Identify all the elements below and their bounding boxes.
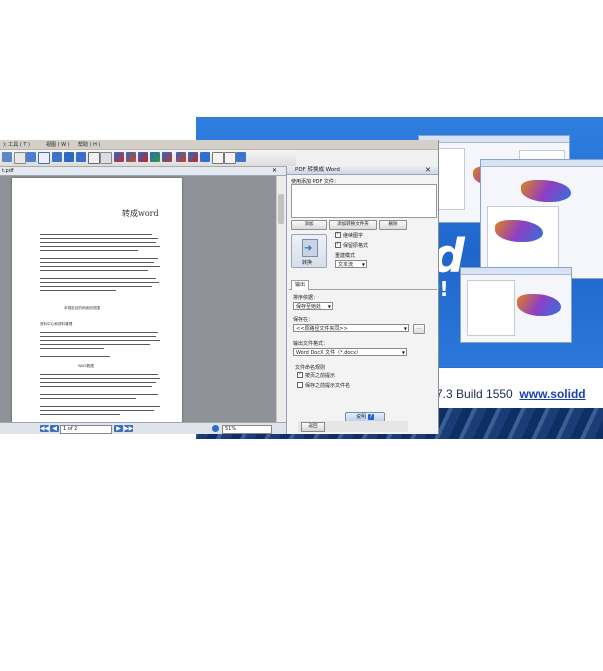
page-number-field[interactable]: 1 of 2 <box>60 425 112 434</box>
crop-icon[interactable] <box>88 152 100 164</box>
browse-button[interactable]: ... <box>413 324 425 334</box>
first-page-button[interactable]: ◀◀ <box>40 425 49 432</box>
last-page-button[interactable]: ▶▶ <box>124 425 133 432</box>
print-icon[interactable] <box>76 152 86 162</box>
version-text: 7.3 Build 1550 <box>436 387 513 401</box>
tab-output[interactable]: 输出 <box>291 280 309 290</box>
mode-select[interactable]: 文本流 ▼ <box>335 260 367 268</box>
convert-ppt-icon[interactable] <box>138 152 148 162</box>
splash-screenshot-bottom <box>460 267 572 343</box>
thumbnail-icon[interactable] <box>26 152 36 162</box>
select-icon[interactable] <box>200 152 210 162</box>
page-heading: WDS数据 <box>78 364 94 368</box>
splash-version-line: 7.3 Build 1550 www.solidd <box>436 387 586 401</box>
format-select[interactable]: Word DocX 文件（*.docx） ▼ <box>293 348 407 356</box>
zoom-field[interactable]: 51% <box>222 425 272 434</box>
page-heading: 本规定目的和适用范围 <box>64 306 100 310</box>
close-icon[interactable]: ✕ <box>272 167 277 175</box>
keep-name-label: 保存之前提示文件名 <box>305 383 351 389</box>
page-icon[interactable] <box>14 152 26 164</box>
pointer-icon[interactable] <box>212 152 224 164</box>
help-icon: ? <box>368 414 374 420</box>
layout-icon[interactable] <box>38 152 50 164</box>
status-bar: ◀◀ ◀ 1 of 2 ▶ ▶▶ 51% <box>0 422 286 434</box>
naming-label: 文件命名规则 <box>295 365 326 371</box>
page-header-text: 转成word <box>122 209 159 218</box>
save-location-select[interactable]: <<原路径文件夹同>> ▼ <box>293 324 409 332</box>
splash-screenshot-right <box>480 159 603 279</box>
zoom-tool-icon[interactable] <box>236 152 246 162</box>
convert-panel: PDF 转换成 Word ✕ 使用添加 PDF 文件： 添加 添加转换文件夹 删… <box>286 166 438 434</box>
add-folder-button[interactable]: 添加转换文件夹 <box>329 220 377 230</box>
convert-image-icon[interactable] <box>176 152 186 162</box>
chevron-down-icon: ▼ <box>361 262 365 267</box>
save-icon[interactable] <box>64 152 74 162</box>
panel-close-icon[interactable]: ✕ <box>425 166 431 175</box>
menu-help[interactable]: 帮助 ( H ) <box>78 141 100 148</box>
extract-icon[interactable] <box>188 152 198 162</box>
sort-label: 排序依据： <box>293 295 319 301</box>
keep-layout-label: 保留原格式 <box>343 243 369 249</box>
arrow-icon: ➜ <box>304 243 313 254</box>
convert-text-icon[interactable] <box>162 152 172 162</box>
sort-select[interactable]: 保存至她处 ▼ <box>293 302 333 310</box>
file-list[interactable] <box>291 184 437 218</box>
show-image-checkbox[interactable] <box>335 231 341 238</box>
prev-page-button[interactable]: ◀ <box>50 425 59 432</box>
mode-value: 文本流 <box>338 262 354 268</box>
keep-layout-checkbox[interactable] <box>335 241 341 248</box>
convert-word-icon[interactable] <box>114 152 124 162</box>
save-location-label: 保存在： <box>293 317 314 323</box>
convert-html-icon[interactable] <box>150 152 160 162</box>
page-heading: 资料中心和资料管理 <box>40 322 73 326</box>
pdf-app-window: ): 工具 ( T ) 视图 ( W ) 帮助 ( H ) t.pdf ✕ 转成… <box>0 140 439 434</box>
edit-icon[interactable] <box>100 152 112 164</box>
format-value: Word DocX 文件（*.docx） <box>296 350 362 356</box>
menu-view[interactable]: 视图 ( W ) <box>46 141 70 148</box>
format-label: 输出文件格式： <box>293 341 329 347</box>
menu-tools[interactable]: ): 工具 ( T ) <box>3 141 30 148</box>
auto-name-label: 按页之前提示 <box>305 373 336 379</box>
next-page-button[interactable]: ▶ <box>114 425 123 432</box>
help-label: 说明 <box>355 414 366 420</box>
add-button[interactable]: 添加 <box>291 220 327 230</box>
zoom-icon[interactable] <box>212 425 219 432</box>
show-image-label: 继续图字 <box>343 233 364 239</box>
tab-strip: 输出 <box>289 280 437 290</box>
convert-excel-icon[interactable] <box>126 152 136 162</box>
chevron-down-icon: ▼ <box>401 350 405 355</box>
keep-name-checkbox[interactable] <box>297 382 303 388</box>
scroll-thumb[interactable] <box>278 194 284 224</box>
text-tool-icon[interactable] <box>224 152 236 164</box>
back-button[interactable]: 返回 <box>301 422 325 432</box>
document-tab[interactable]: t.pdf ✕ <box>0 167 290 176</box>
remove-button[interactable]: 删除 <box>379 220 407 230</box>
grid-icon[interactable] <box>52 152 62 162</box>
toolbar <box>0 150 296 167</box>
vertical-scrollbar[interactable] <box>276 176 286 422</box>
panel-title: PDF 转换成 Word <box>287 166 438 175</box>
pdf-page: 转成word 本规定目的和适用范围 资料中心和资料管理 WDS数据 <box>12 178 182 434</box>
website-link[interactable]: www.solidd <box>519 387 585 401</box>
convert-button[interactable]: ➜ 转换 <box>291 234 327 268</box>
sort-value: 保存至她处 <box>296 304 322 310</box>
auto-name-checkbox[interactable] <box>297 371 303 378</box>
document-tab-label: t.pdf <box>2 168 14 174</box>
mode-label: 重建模式 <box>335 253 356 259</box>
chevron-down-icon: ▼ <box>403 326 407 331</box>
back-icon[interactable] <box>2 152 12 162</box>
save-location-value: <<原路径文件夹同>> <box>296 326 348 332</box>
chevron-down-icon: ▼ <box>327 304 331 309</box>
menu-bar: ): 工具 ( T ) 视图 ( W ) 帮助 ( H ) <box>0 140 438 150</box>
convert-label: 转换 <box>302 260 313 266</box>
